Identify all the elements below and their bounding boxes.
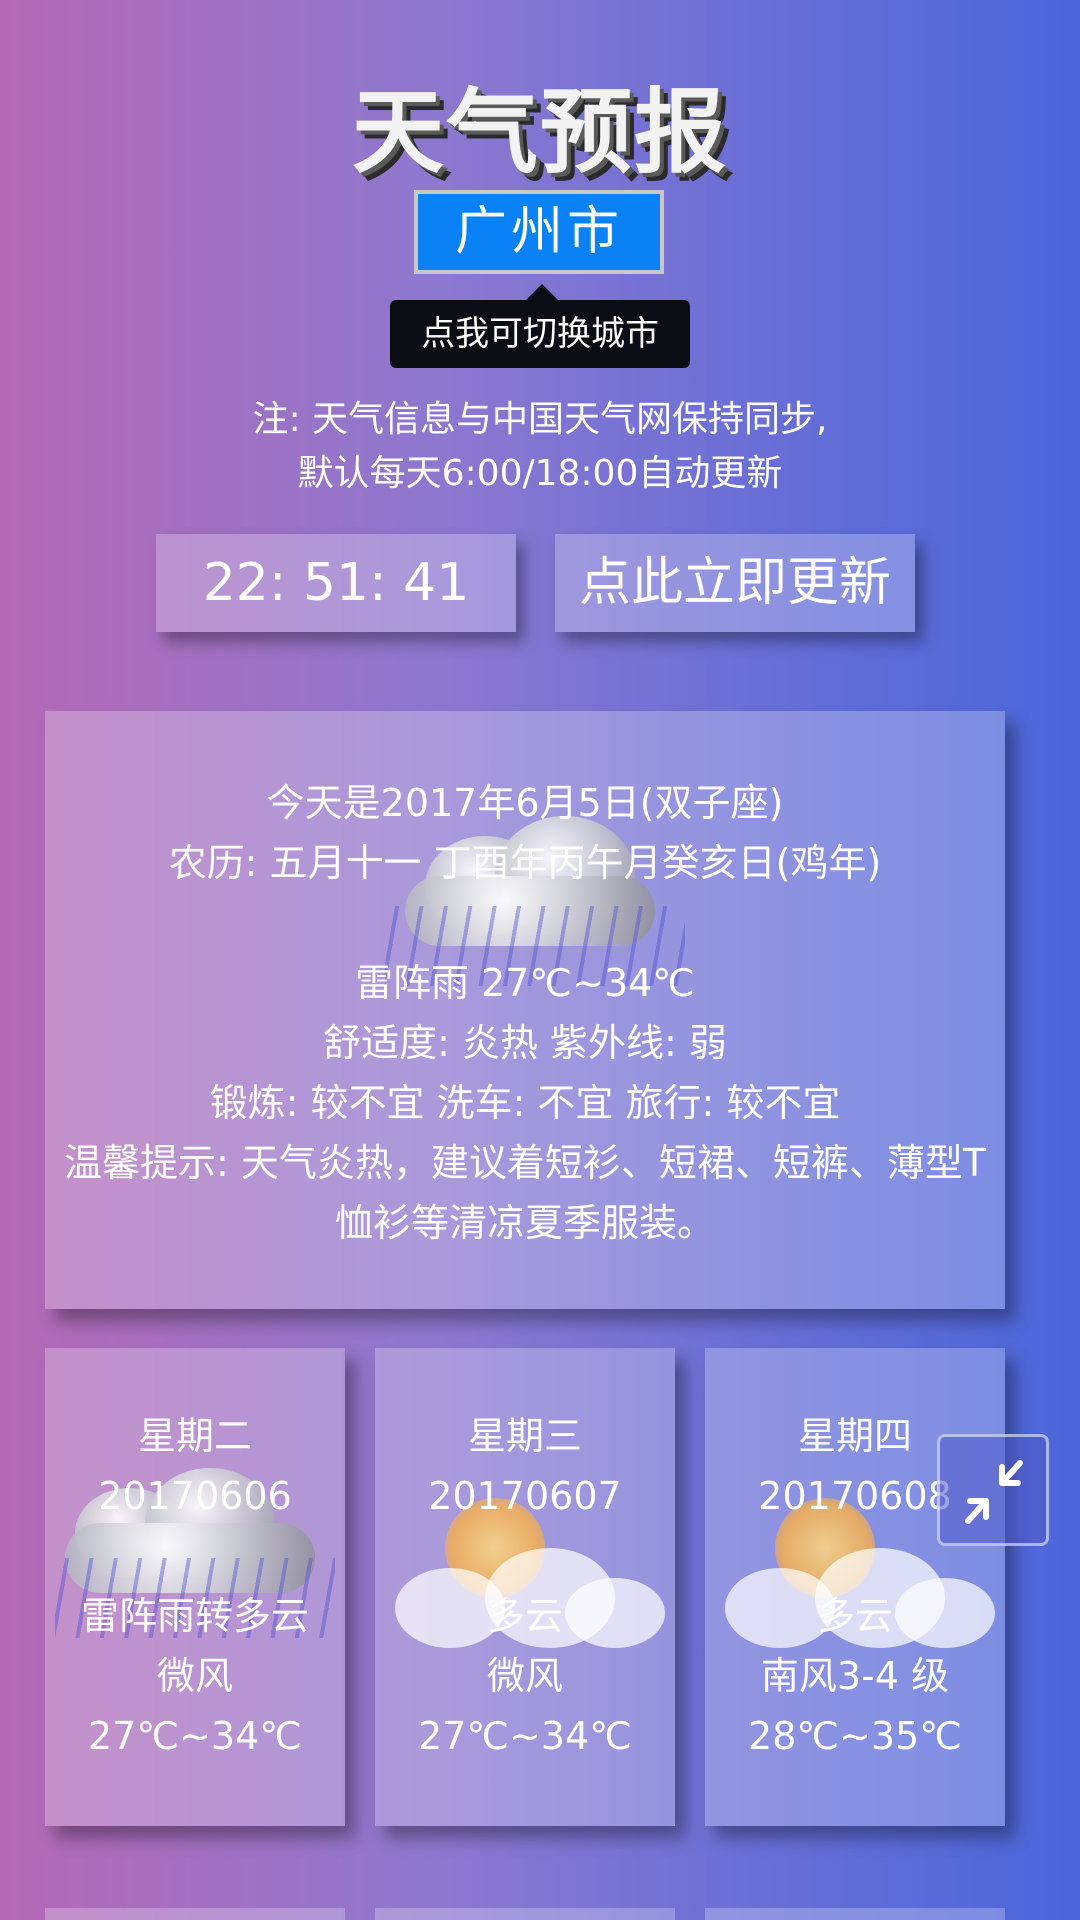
today-lunar-date: 农历: 五月十一 丁酉年丙午月癸亥日(鸡年) xyxy=(168,841,882,885)
forecast-weekday: 星期二 xyxy=(137,1414,252,1458)
forecast-card-partial xyxy=(375,1908,675,1920)
today-comfort: 舒适度: 炎热 紫外线: 弱 xyxy=(323,1021,727,1065)
today-weather-panel: 今天是2017年6月5日(双子座) 农历: 五月十一 丁酉年丙午月癸亥日(鸡年)… xyxy=(45,711,1005,1309)
sync-note-line-2: 默认每天6:00/18:00自动更新 xyxy=(297,453,783,494)
forecast-card: 星期二 20170606 雷阵雨转多云 微风 27℃~34℃ xyxy=(45,1348,345,1826)
forecast-card: 星期三 20170607 多云 微风 27℃~34℃ xyxy=(375,1348,675,1826)
forecast-wind: 微风 xyxy=(156,1654,233,1698)
forecast-date: 20170606 xyxy=(98,1474,292,1518)
forecast-temp: 27℃~34℃ xyxy=(88,1714,302,1758)
today-tip: 温馨提示: 天气炎热，建议着短衫、短裙、短裤、薄型T恤衫等清凉夏季服装。 xyxy=(63,1141,987,1245)
city-switch-tooltip: 点我可切换城市 xyxy=(390,300,690,368)
forecast-temp: 27℃~34℃ xyxy=(418,1714,632,1758)
today-weather: 雷阵雨 27℃~34℃ xyxy=(355,961,695,1005)
sync-note: 注: 天气信息与中国天气网保持同步, 默认每天6:00/18:00自动更新 xyxy=(0,393,1080,501)
shrink-arrows-icon xyxy=(965,1460,1023,1524)
forecast-weather: 雷阵雨转多云 xyxy=(80,1594,309,1638)
forecast-weekday: 星期三 xyxy=(467,1414,582,1458)
forecast-weather: 多云 xyxy=(486,1594,563,1638)
today-date: 今天是2017年6月5日(双子座) xyxy=(266,781,784,825)
tooltip-arrow xyxy=(526,284,558,300)
forecast-weather: 多云 xyxy=(816,1594,893,1638)
sync-note-line-1: 注: 天气信息与中国天气网保持同步, xyxy=(252,399,828,440)
update-now-button[interactable]: 点此立即更新 xyxy=(555,534,915,632)
app-title: 天气预报 xyxy=(351,79,728,186)
forecast-date: 20170607 xyxy=(428,1474,622,1518)
forecast-wind: 南风3-4 级 xyxy=(760,1654,950,1698)
forecast-card-partial xyxy=(45,1908,345,1920)
forecast-wind: 微风 xyxy=(486,1654,563,1698)
forecast-temp: 28℃~35℃ xyxy=(748,1714,962,1758)
clock-display: 22: 51: 41 xyxy=(156,534,516,632)
today-activity-index: 锻炼: 较不宜 洗车: 不宜 旅行: 较不宜 xyxy=(209,1081,841,1125)
city-select-button[interactable]: 广州市 xyxy=(414,190,664,274)
shrink-window-button[interactable] xyxy=(937,1434,1049,1546)
forecast-card-partial xyxy=(705,1908,1005,1920)
forecast-card: 星期四 20170608 多云 南风3-4 级 28℃~35℃ xyxy=(705,1348,1005,1826)
